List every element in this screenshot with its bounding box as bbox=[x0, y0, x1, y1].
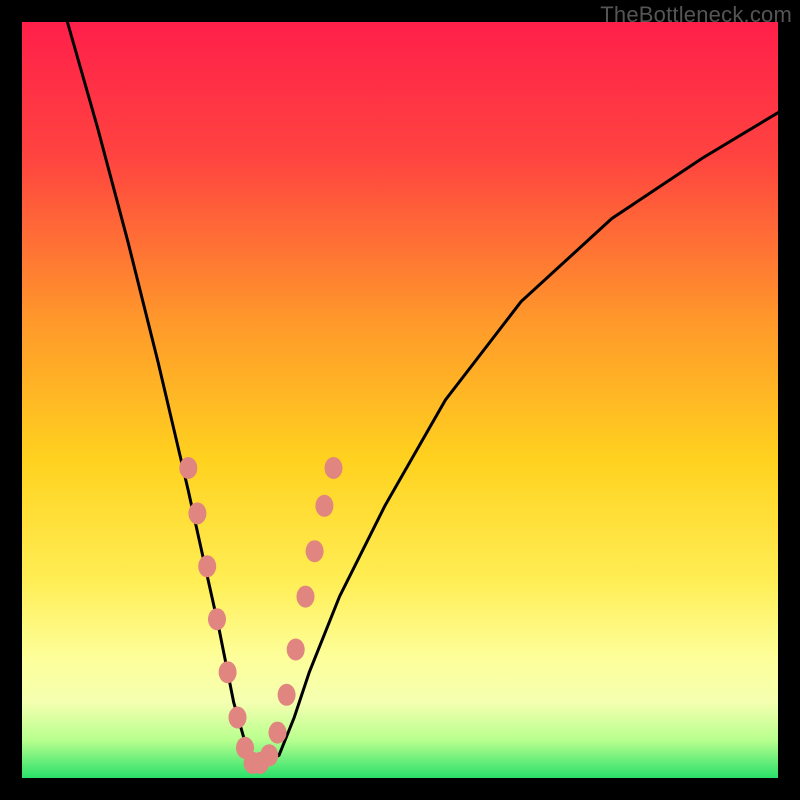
curve-marker bbox=[208, 608, 226, 630]
curve-marker bbox=[325, 457, 343, 479]
curve-marker bbox=[219, 661, 237, 683]
plot-area bbox=[22, 22, 778, 778]
chart-frame: TheBottleneck.com bbox=[0, 0, 800, 800]
curve-marker bbox=[260, 744, 278, 766]
curve-marker bbox=[198, 555, 216, 577]
curve-marker bbox=[179, 457, 197, 479]
bottleneck-curve-svg bbox=[22, 22, 778, 778]
curve-marker bbox=[229, 707, 247, 729]
curve-marker bbox=[297, 586, 315, 608]
curve-marker bbox=[315, 495, 333, 517]
curve-marker bbox=[278, 684, 296, 706]
curve-markers bbox=[179, 457, 342, 774]
curve-marker bbox=[269, 722, 287, 744]
curve-marker bbox=[188, 502, 206, 524]
bottleneck-curve bbox=[67, 22, 778, 763]
curve-marker bbox=[287, 639, 305, 661]
curve-marker bbox=[306, 540, 324, 562]
